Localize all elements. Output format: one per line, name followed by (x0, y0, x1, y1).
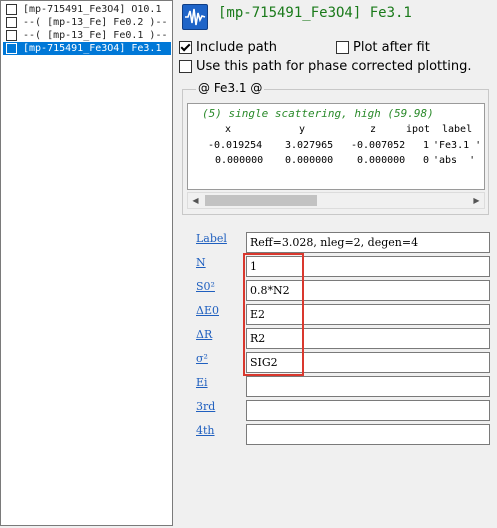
label-field[interactable]: Reff=3.028, nleg=2, degen=4 (246, 232, 490, 253)
feff-cell: -0.007052 (351, 140, 406, 151)
n-field[interactable]: 1 (246, 256, 490, 277)
delta-e0-field[interactable]: E2 (246, 304, 490, 325)
feff-horizontal-scrollbar[interactable]: ◀ ▶ (187, 192, 485, 209)
feff-cell: 'abs ' (433, 155, 476, 166)
phase-corrected-label: Use this path for phase corrected plotti… (196, 59, 472, 74)
phase-corrected-checkbox[interactable]: Use this path for phase corrected plotti… (179, 59, 471, 74)
path-checkbox[interactable] (6, 17, 17, 28)
third-cumulant-field[interactable] (246, 400, 490, 421)
fourth-cumulant-field[interactable] (246, 424, 490, 445)
ei-field[interactable] (246, 376, 490, 397)
feff-cell: 3.027965 (285, 140, 334, 151)
path-checkbox[interactable] (6, 4, 17, 15)
feff-col-header: label (442, 124, 473, 135)
path-list-item-label: [mp-715491_Fe3O4] O10.1 (23, 4, 162, 15)
plot-after-fit-checkbox[interactable]: Plot after fit (336, 40, 430, 55)
path-list-item-label: --( [mp-13_Fe] Fe0.2 )-- (23, 17, 168, 28)
path-title: [mp-715491_Fe3O4] Fe3.1 (218, 5, 412, 21)
feff-cell: -0.019254 (208, 140, 263, 151)
include-path-label: Include path (196, 40, 278, 55)
feff-cell: 0 (423, 155, 430, 166)
include-path-check-box[interactable] (179, 41, 192, 54)
plot-after-fit-label: Plot after fit (353, 40, 430, 55)
feff-col-header: z (370, 124, 377, 135)
path-list-item-label: --( [mp-13_Fe] Fe0.1 )-- (23, 30, 168, 41)
param-label-3rd[interactable]: 3rd (196, 400, 215, 413)
scrollbar-thumb[interactable] (205, 195, 317, 206)
feff-cell: 0.000000 (215, 155, 264, 166)
param-label-ei[interactable]: Ei (196, 376, 208, 389)
sigma2-field[interactable]: SIG2 (246, 352, 490, 373)
feff-cell: 0.000000 (285, 155, 334, 166)
feff-comment: (5) single scattering, high (59.98) (202, 107, 434, 120)
path-list[interactable]: [mp-715491_Fe3O4] O10.1 --( [mp-13_Fe] F… (0, 0, 173, 526)
scroll-left-icon[interactable]: ◀ (188, 193, 203, 208)
delta-r-field[interactable]: R2 (246, 328, 490, 349)
path-checkbox[interactable] (6, 43, 17, 54)
phase-corrected-check-box[interactable] (179, 60, 192, 73)
feff-cell: 1 (423, 140, 430, 151)
feff-path-text: (5) single scattering, high (59.98) x y … (187, 103, 485, 190)
param-label-delta-r[interactable]: ΔR (196, 328, 212, 341)
path-list-item-label: [mp-715491_Fe3O4] Fe3.1 (23, 43, 162, 54)
path-list-item[interactable]: [mp-715491_Fe3O4] O10.1 (3, 3, 171, 16)
path-list-item[interactable]: --( [mp-13_Fe] Fe0.2 )-- (3, 16, 171, 29)
path-list-item-selected[interactable]: [mp-715491_Fe3O4] Fe3.1 (3, 42, 171, 55)
path-list-item[interactable]: --( [mp-13_Fe] Fe0.1 )-- (3, 29, 171, 42)
path-detail-panel: [mp-715491_Fe3O4] Fe3.1 Include path Plo… (174, 0, 497, 528)
path-checkbox[interactable] (6, 30, 17, 41)
feff-group-label: @ Fe3.1 @ (196, 81, 265, 95)
include-path-checkbox[interactable]: Include path (179, 40, 277, 55)
feff-cell: 'Fe3.1 ' (433, 140, 482, 151)
plot-after-fit-check-box[interactable] (336, 41, 349, 54)
feff-cell: 0.000000 (357, 155, 406, 166)
param-label-sigma2[interactable]: σ² (196, 352, 208, 365)
feff-col-header: x (225, 124, 232, 135)
param-label-label[interactable]: Label (196, 232, 227, 245)
param-label-delta-e0[interactable]: ΔE0 (196, 304, 219, 317)
param-label-4th[interactable]: 4th (196, 424, 215, 437)
waveform-icon (182, 4, 208, 30)
param-label-n[interactable]: N (196, 256, 206, 269)
feff-col-header: ipot (406, 124, 431, 135)
scroll-right-icon[interactable]: ▶ (469, 193, 484, 208)
s02-field[interactable]: 0.8*N2 (246, 280, 490, 301)
param-label-s02[interactable]: S0² (196, 280, 215, 293)
feff-col-header: y (299, 124, 306, 135)
